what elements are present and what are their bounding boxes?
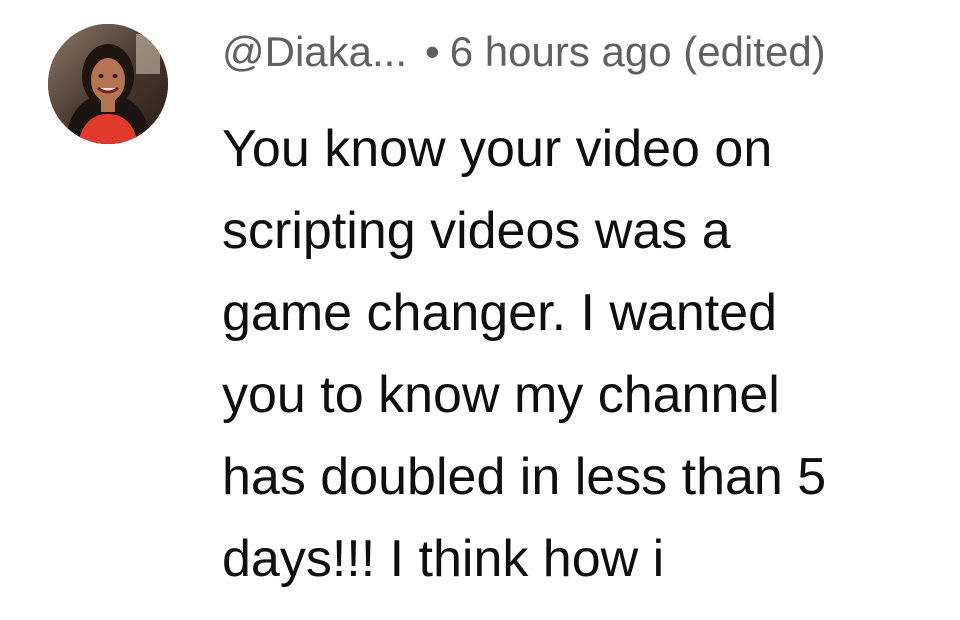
comment-timestamp[interactable]: 6 hours ago (edited) xyxy=(450,28,826,75)
author-handle[interactable]: @Diaka... xyxy=(222,28,407,75)
comment-text: You know your video on scripting videos … xyxy=(222,108,942,600)
author-avatar[interactable] xyxy=(48,24,168,144)
comment-text-line: days!!! I think how i xyxy=(222,530,665,588)
avatar-photo-icon xyxy=(48,24,168,144)
comment-meta: @Diaka... • 6 hours ago (edited) xyxy=(222,26,826,78)
comment-text-line: has doubled in less than 5 xyxy=(222,448,827,506)
meta-separator: • xyxy=(425,28,440,75)
comment-item: @Diaka... • 6 hours ago (edited) You know … xyxy=(0,0,960,620)
comment-text-line: game changer. I wanted xyxy=(222,284,778,342)
comment-text-line: you to know my channel xyxy=(222,366,780,424)
comment-text-line: You know your video on xyxy=(222,120,773,178)
comment-text-line: scripting videos was a xyxy=(222,202,731,260)
